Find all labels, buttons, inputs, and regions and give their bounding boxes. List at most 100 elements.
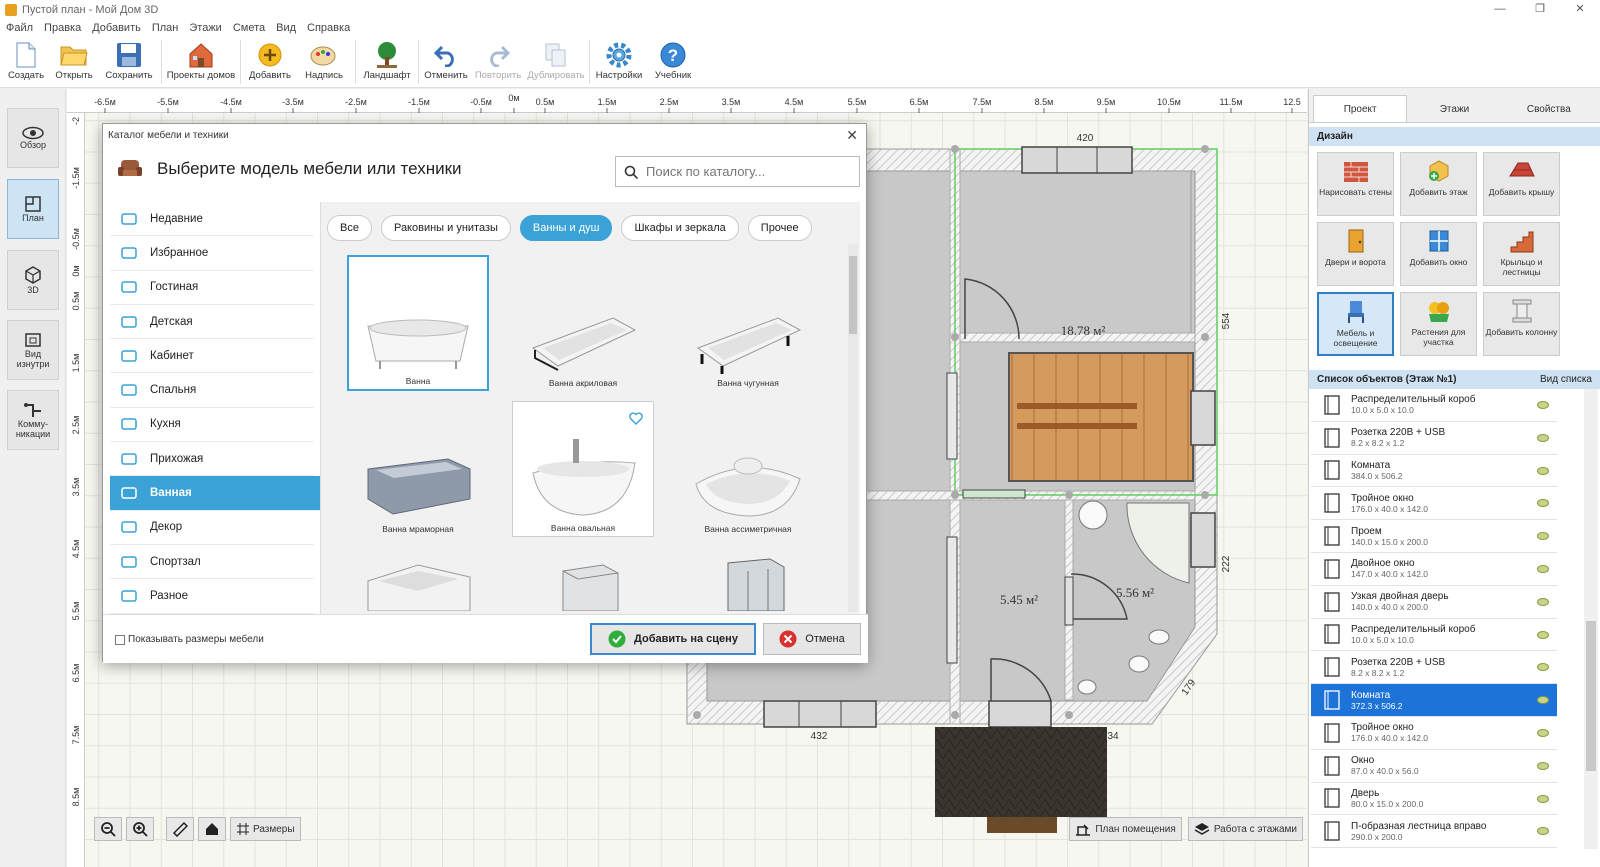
visibility-eye-icon[interactable] xyxy=(1537,499,1549,508)
menu-help[interactable]: Справка xyxy=(307,22,350,34)
category-bed[interactable]: Спальня xyxy=(110,373,314,408)
object-row[interactable]: Узкая двойная дверь 140.0 x 40.0 x 200.0 xyxy=(1311,586,1557,619)
add-column-button[interactable]: Добавить колонну xyxy=(1483,292,1560,356)
cancel-button[interactable]: Отмена xyxy=(763,623,861,655)
close-icon[interactable]: ✕ xyxy=(846,127,858,144)
porch-stairs-button[interactable]: Крыльцо и лестницы xyxy=(1483,222,1560,286)
category-kitchen[interactable]: Кухня xyxy=(110,408,314,443)
catalog-item-bath[interactable]: Ванна xyxy=(347,255,489,391)
sizes-button[interactable]: Размеры xyxy=(230,817,301,841)
filter-baths-showers[interactable]: Ванны и душ xyxy=(519,215,613,241)
restore-button[interactable]: ❐ xyxy=(1520,0,1560,20)
filter-other[interactable]: Прочее xyxy=(747,215,812,241)
object-list-scrollbar[interactable] xyxy=(1584,389,1598,849)
visibility-eye-icon[interactable] xyxy=(1537,696,1549,705)
draw-walls-button[interactable]: Нарисовать стены xyxy=(1317,152,1394,216)
visibility-eye-icon[interactable] xyxy=(1537,827,1549,836)
open-button[interactable]: Открыть xyxy=(48,36,100,88)
duplicate-button[interactable]: Дублировать xyxy=(526,36,586,88)
object-list[interactable]: Распределительный короб 10.0 x 5.0 x 10.0… xyxy=(1311,389,1557,849)
landscape-button[interactable]: Ландшафт xyxy=(359,36,415,88)
visibility-eye-icon[interactable] xyxy=(1537,728,1549,737)
category-decor[interactable]: Декор xyxy=(110,511,314,545)
redo-button[interactable]: Повторить xyxy=(470,36,526,88)
object-row[interactable]: Окно 87.0 x 40.0 x 56.0 xyxy=(1311,750,1557,783)
object-row[interactable]: Тройное окно 176.0 x 40.0 x 142.0 xyxy=(1311,717,1557,750)
tab-floors[interactable]: Этажи xyxy=(1407,95,1501,122)
visibility-eye-icon[interactable] xyxy=(1537,433,1549,442)
object-row[interactable]: Распределительный короб 10.0 x 5.0 x 10.0 xyxy=(1311,389,1557,422)
catalog-item-asymmetric-bath[interactable]: Ванна ассиметричная xyxy=(677,401,819,537)
overview-button[interactable]: Обзор xyxy=(7,108,59,168)
visibility-eye-icon[interactable] xyxy=(1537,401,1549,409)
visibility-eye-icon[interactable] xyxy=(1537,761,1549,770)
floors-work-button[interactable]: Работа с этажами xyxy=(1187,817,1303,841)
object-row[interactable]: Распределительный короб 10.0 x 5.0 x 10.0 xyxy=(1311,619,1557,652)
catalog-item-cast-iron-bath[interactable]: Ванна чугунная xyxy=(677,255,819,391)
minimize-button[interactable]: — xyxy=(1480,0,1520,20)
list-view-toggle[interactable]: Вид списка xyxy=(1540,370,1592,389)
filter-cabinets-mirrors[interactable]: Шкафы и зеркала xyxy=(621,215,739,241)
tutorial-button[interactable]: ? Учебник xyxy=(645,36,701,88)
undo-button[interactable]: Отменить xyxy=(422,36,470,88)
label-button[interactable]: Надпись xyxy=(296,36,352,88)
menu-estimate[interactable]: Смета xyxy=(233,22,265,34)
close-window-button[interactable]: ✕ xyxy=(1560,0,1600,20)
catalog-item-shower-cabin[interactable] xyxy=(512,547,654,614)
visibility-eye-icon[interactable] xyxy=(1537,532,1549,541)
category-gym[interactable]: Спортзал xyxy=(110,545,314,580)
catalog-item-shower-box[interactable] xyxy=(677,547,819,614)
room-plan-button[interactable]: План помещения xyxy=(1069,817,1182,841)
plan-view-button[interactable]: План xyxy=(7,179,59,239)
menu-file[interactable]: Файл xyxy=(6,22,33,34)
category-sofa[interactable]: Гостиная xyxy=(110,271,314,305)
catalog-item-acrylic-bath[interactable]: Ванна акриловая xyxy=(512,255,654,391)
category-heart[interactable]: Избранное xyxy=(110,236,314,271)
heart-icon[interactable] xyxy=(629,412,643,425)
save-button[interactable]: Сохранить xyxy=(100,36,158,88)
category-kids[interactable]: Детская xyxy=(110,305,314,340)
visibility-eye-icon[interactable] xyxy=(1537,466,1549,475)
add-floor-button[interactable]: Добавить этаж xyxy=(1400,152,1477,216)
filter-all[interactable]: Все xyxy=(327,215,372,241)
ruler-button[interactable] xyxy=(166,817,194,841)
catalog-search[interactable] xyxy=(615,156,860,187)
visibility-eye-icon[interactable] xyxy=(1537,663,1549,672)
tab-properties[interactable]: Свойства xyxy=(1502,95,1596,122)
category-desk[interactable]: Кабинет xyxy=(110,339,314,374)
tab-project[interactable]: Проект xyxy=(1313,95,1408,122)
3d-view-button[interactable]: 3D xyxy=(7,250,59,310)
communications-button[interactable]: Комму- никации xyxy=(7,390,59,450)
object-row[interactable]: П-образная лестница вправо 290.0 x 200.0 xyxy=(1311,815,1557,849)
catalog-item-oval-bath[interactable]: Ванна овальная xyxy=(512,401,654,537)
menu-edit[interactable]: Правка xyxy=(44,22,81,34)
zoom-in-button[interactable] xyxy=(126,817,154,841)
object-row[interactable]: Двойное окно 147.0 x 40.0 x 142.0 xyxy=(1311,553,1557,586)
filter-sinks-toilets[interactable]: Раковины и унитазы xyxy=(380,215,511,241)
object-row[interactable]: Проем 140.0 x 15.0 x 200.0 xyxy=(1311,520,1557,553)
catalog-item-marble-bath[interactable]: Ванна мраморная xyxy=(347,401,489,537)
category-clock[interactable]: Недавние xyxy=(110,202,314,237)
add-window-button[interactable]: Добавить окно xyxy=(1400,222,1477,286)
show-sizes-checkbox[interactable]: Показывать размеры мебели xyxy=(115,634,264,645)
visibility-eye-icon[interactable] xyxy=(1537,597,1549,606)
create-button[interactable]: Создать xyxy=(4,36,48,88)
object-row[interactable]: Комната 372.3 x 506.2 xyxy=(1311,684,1557,717)
category-hall[interactable]: Прихожая xyxy=(110,442,314,477)
catalog-scrollbar[interactable] xyxy=(848,244,858,612)
add-to-scene-button[interactable]: Добавить на сцену xyxy=(590,623,756,655)
menu-view[interactable]: Вид xyxy=(276,22,296,34)
object-row[interactable]: Комната 384.0 x 506.2 xyxy=(1311,455,1557,488)
furniture-lighting-button[interactable]: Мебель и освещение xyxy=(1317,292,1394,356)
home-button[interactable] xyxy=(198,817,226,841)
menu-floors[interactable]: Этажи xyxy=(189,22,221,34)
visibility-eye-icon[interactable] xyxy=(1537,564,1549,573)
object-row[interactable]: Розетка 220В + USB 8.2 x 8.2 x 1.2 xyxy=(1311,651,1557,685)
plants-button[interactable]: Растения для участка xyxy=(1400,292,1477,356)
menu-add[interactable]: Добавить xyxy=(92,22,141,34)
category-bath[interactable]: Ванная xyxy=(110,476,320,511)
zoom-out-button[interactable] xyxy=(94,817,122,841)
visibility-eye-icon[interactable] xyxy=(1537,794,1549,803)
catalog-item-jacuzzi[interactable] xyxy=(347,547,489,614)
add-button[interactable]: Добавить xyxy=(244,36,296,88)
